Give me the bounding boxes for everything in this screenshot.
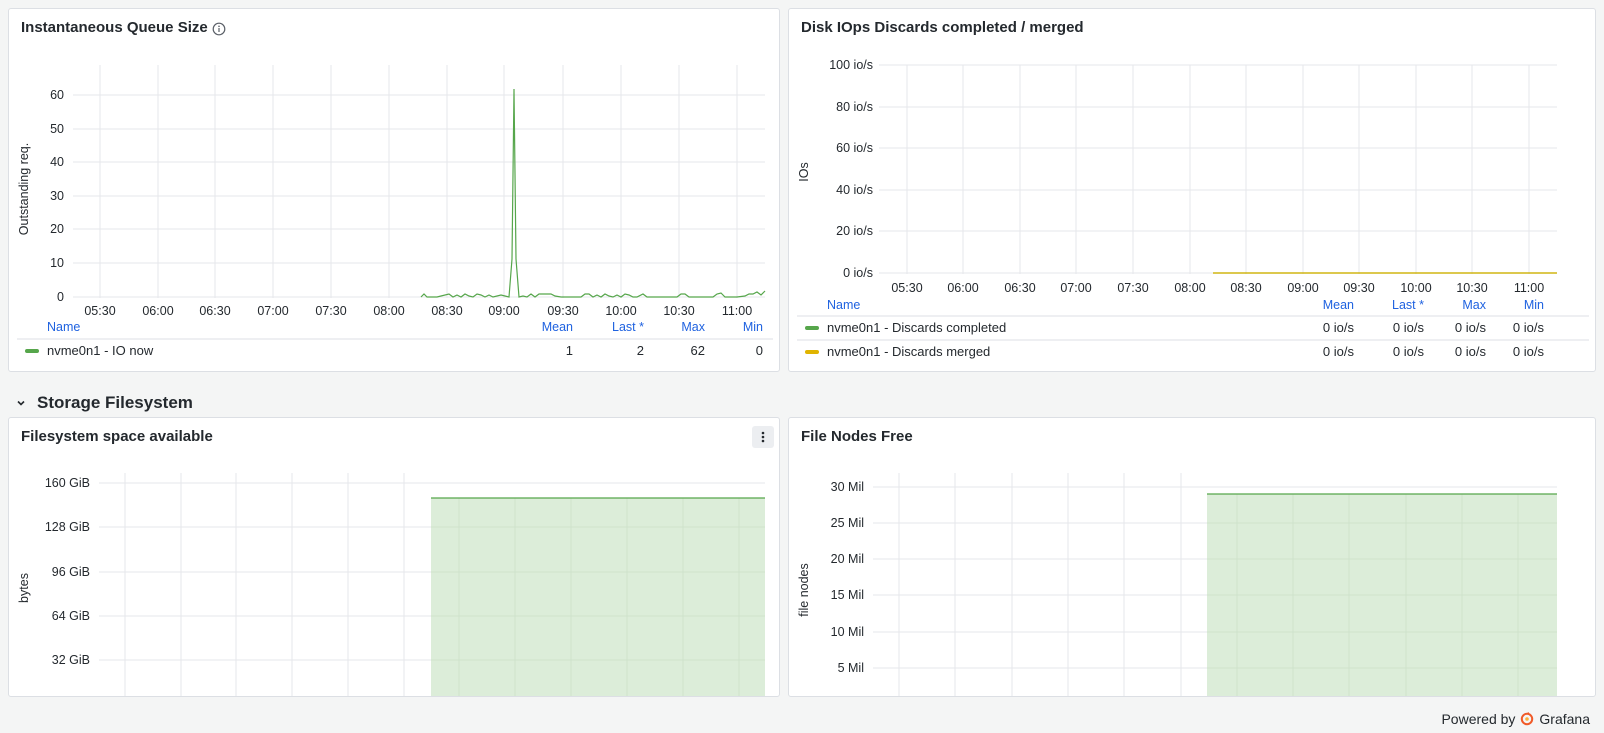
- y-tick: 40: [50, 155, 64, 169]
- y-tick: 60: [50, 88, 64, 102]
- y-tick: 96 GiB: [52, 565, 90, 579]
- x-tick: 05:30: [84, 304, 115, 318]
- legend-value-min: 0 io/s: [1513, 344, 1545, 359]
- series-area-fill: [431, 498, 765, 696]
- y-tick: 10: [50, 256, 64, 270]
- legend-value-last: 0 io/s: [1393, 320, 1425, 335]
- legend-header-name[interactable]: Name: [827, 298, 860, 312]
- series-io-now-line: [420, 88, 766, 298]
- row-storage-filesystem[interactable]: Storage Filesystem: [15, 393, 193, 413]
- x-tick: 09:00: [488, 304, 519, 318]
- legend-header-last[interactable]: Last *: [612, 320, 644, 334]
- legend-value-max: 0 io/s: [1455, 320, 1487, 335]
- x-tick: 06:00: [947, 281, 978, 295]
- panel-queue-size: Instantaneous Queue Size Outstanding req…: [8, 8, 780, 372]
- filesystem-chart: bytes 160 GiB 128 GiB 96 GiB 64 GiB 32 G…: [17, 473, 765, 696]
- legend-header-mean[interactable]: Mean: [1323, 298, 1354, 312]
- x-tick: 08:00: [373, 304, 404, 318]
- powered-by-footer[interactable]: Powered by Grafana: [1441, 711, 1590, 727]
- legend-series-name[interactable]: nvme0n1 - Discards merged: [827, 344, 990, 359]
- y-tick: 30: [50, 189, 64, 203]
- x-tick: 10:30: [663, 304, 694, 318]
- y-tick: 80 io/s: [836, 100, 873, 114]
- y-tick: 60 io/s: [836, 141, 873, 155]
- y-tick: 15 Mil: [831, 588, 864, 602]
- y-tick: 40 io/s: [836, 183, 873, 197]
- file-nodes-chart: file nodes 30 Mil 25 Mil 20 Mil 15 Mil 1…: [797, 473, 1557, 696]
- chevron-down-icon[interactable]: [15, 397, 27, 409]
- legend-value-mean: 1: [566, 343, 573, 358]
- x-tick: 09:30: [1343, 281, 1374, 295]
- y-axis-label: IOs: [797, 162, 811, 181]
- x-tick: 07:00: [1060, 281, 1091, 295]
- legend-value-min: 0 io/s: [1513, 320, 1545, 335]
- legend-value-last: 2: [637, 343, 644, 358]
- legend-header-max[interactable]: Max: [1462, 298, 1486, 312]
- y-axis-label: bytes: [17, 573, 31, 603]
- legend-swatch: [805, 326, 819, 330]
- row-title[interactable]: Storage Filesystem: [37, 393, 193, 413]
- x-tick: 11:00: [722, 304, 752, 318]
- legend-series-name[interactable]: nvme0n1 - IO now: [47, 343, 154, 358]
- y-tick: 20: [50, 222, 64, 236]
- y-tick: 20 Mil: [831, 552, 864, 566]
- x-tick: 06:00: [142, 304, 173, 318]
- y-tick: 64 GiB: [52, 609, 90, 623]
- y-tick: 32 GiB: [52, 653, 90, 667]
- x-tick: 10:30: [1456, 281, 1487, 295]
- legend-value-mean: 0 io/s: [1323, 320, 1355, 335]
- grafana-logo-icon: [1521, 712, 1534, 726]
- legend-header-max[interactable]: Max: [681, 320, 705, 334]
- x-tick: 06:30: [199, 304, 230, 318]
- y-tick: 0 io/s: [843, 266, 873, 280]
- x-tick: 10:00: [605, 304, 636, 318]
- legend-value-min: 0: [756, 343, 763, 358]
- y-tick: 50: [50, 122, 64, 136]
- legend-header-mean[interactable]: Mean: [542, 320, 573, 334]
- y-axis-label: file nodes: [797, 563, 811, 617]
- legend-swatch: [805, 350, 819, 354]
- x-tick: 09:30: [547, 304, 578, 318]
- x-tick: 08:30: [1230, 281, 1261, 295]
- powered-by-text: Powered by: [1441, 711, 1516, 727]
- legend-series-name[interactable]: nvme0n1 - Discards completed: [827, 320, 1006, 335]
- legend-value-last: 0 io/s: [1393, 344, 1425, 359]
- queue-chart: Outstanding req. 60 50 40 30 20 10 0 05:…: [17, 65, 773, 358]
- y-tick: 30 Mil: [831, 480, 864, 494]
- x-tick: 08:30: [431, 304, 462, 318]
- y-tick: 128 GiB: [45, 520, 90, 534]
- panel-filesystem-space: Filesystem space available bytes 160 GiB…: [8, 417, 780, 697]
- y-tick: 10 Mil: [831, 625, 864, 639]
- discards-chart: IOs 100 io/s 80 io/s 60 io/s 40 io/s 20 …: [797, 58, 1589, 359]
- y-tick: 100 io/s: [829, 58, 873, 72]
- y-tick: 20 io/s: [836, 224, 873, 238]
- legend-header-min[interactable]: Min: [743, 320, 763, 334]
- legend-swatch: [25, 349, 39, 353]
- legend-value-mean: 0 io/s: [1323, 344, 1355, 359]
- y-tick: 25 Mil: [831, 516, 864, 530]
- y-tick: 0: [57, 290, 64, 304]
- legend-header-last[interactable]: Last *: [1392, 298, 1424, 312]
- x-tick: 08:00: [1174, 281, 1205, 295]
- y-axis-label: Outstanding req.: [17, 143, 31, 235]
- x-tick: 09:00: [1287, 281, 1318, 295]
- legend-header-min[interactable]: Min: [1524, 298, 1544, 312]
- x-tick: 07:30: [1117, 281, 1148, 295]
- x-tick: 07:00: [257, 304, 288, 318]
- legend-value-max: 0 io/s: [1455, 344, 1487, 359]
- legend-value-max: 62: [691, 343, 705, 358]
- panel-file-nodes-free: File Nodes Free file nodes 30 Mil 25 Mil…: [788, 417, 1596, 697]
- x-tick: 10:00: [1400, 281, 1431, 295]
- legend-header-name[interactable]: Name: [47, 320, 80, 334]
- grafana-brand-text: Grafana: [1539, 711, 1590, 727]
- x-tick: 06:30: [1004, 281, 1035, 295]
- panel-disk-discards: Disk IOps Discards completed / merged IO…: [788, 8, 1596, 372]
- x-tick: 07:30: [315, 304, 346, 318]
- x-tick: 11:00: [1514, 281, 1544, 295]
- y-tick: 160 GiB: [45, 476, 90, 490]
- y-tick: 5 Mil: [838, 661, 864, 675]
- x-tick: 05:30: [891, 281, 922, 295]
